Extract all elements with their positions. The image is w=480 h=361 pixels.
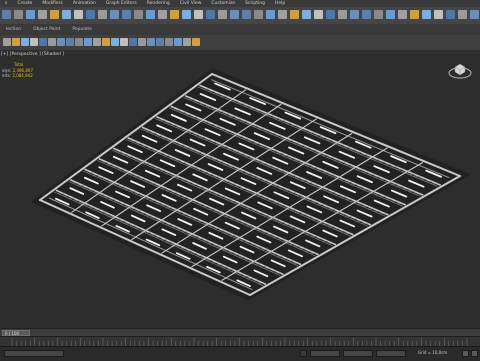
bind-icon[interactable] [290, 10, 299, 19]
scene-tool-icon[interactable] [30, 38, 38, 46]
scene-tool-icon[interactable] [48, 38, 56, 46]
rotate-icon[interactable] [86, 10, 95, 19]
play-icon[interactable] [218, 10, 227, 19]
ceiling-grid-model [0, 50, 480, 328]
link-icon[interactable] [266, 10, 275, 19]
menu-item-2[interactable]: Modifiers [37, 1, 68, 6]
render-frame-icon[interactable] [182, 10, 191, 19]
layer-icon[interactable] [386, 10, 395, 19]
menu-item-5[interactable]: Rendering [142, 1, 175, 6]
menu-item-0[interactable]: s [0, 1, 12, 6]
menu-item-9[interactable]: Help [270, 1, 290, 6]
undo-icon[interactable] [2, 10, 11, 19]
snap-icon[interactable] [350, 10, 359, 19]
render-setup-icon[interactable] [410, 10, 419, 19]
unlink-icon[interactable] [278, 10, 287, 19]
scene-tool-icon[interactable] [102, 38, 110, 46]
rotate-icon[interactable] [326, 10, 335, 19]
scene-tool-icon[interactable] [147, 38, 155, 46]
move-icon[interactable] [314, 10, 323, 19]
scene-tool-icon[interactable] [174, 38, 182, 46]
tab-object-paint[interactable]: Object Paint [27, 27, 66, 32]
scene-tool-icon[interactable] [21, 38, 29, 46]
curve-editor-icon[interactable] [398, 10, 407, 19]
snap-icon[interactable] [110, 10, 119, 19]
menu-item-8[interactable]: Scripting [240, 1, 270, 6]
scale-icon[interactable] [338, 10, 347, 19]
play-icon[interactable] [458, 10, 467, 19]
z-coordinate-field[interactable] [376, 350, 406, 357]
menu-item-4[interactable]: Graph Editors [101, 1, 142, 6]
scene-tool-icon[interactable] [111, 38, 119, 46]
tab-populate[interactable]: Populate [66, 27, 98, 32]
menu-item-7[interactable]: Customize [206, 1, 240, 6]
menu-item-3[interactable]: Animation [68, 1, 101, 6]
scene-tool-icon[interactable] [75, 38, 83, 46]
menu-bar: sCreateModifiersAnimationGraph EditorsRe… [0, 0, 480, 7]
secondary-toolbar [0, 35, 480, 51]
main-toolbar [0, 7, 480, 25]
viewcube-icon[interactable] [206, 10, 215, 19]
bind-icon[interactable] [50, 10, 59, 19]
x-coordinate-field[interactable] [310, 350, 340, 357]
status-bar: Grid = 10,0cm [0, 346, 480, 361]
scene-tool-icon[interactable] [84, 38, 92, 46]
menu-item-1[interactable]: Create [12, 1, 37, 6]
render-setup-icon[interactable] [170, 10, 179, 19]
scene-tool-icon[interactable] [138, 38, 146, 46]
mirror-icon[interactable] [122, 10, 131, 19]
play-icon[interactable] [462, 350, 469, 357]
y-coordinate-field[interactable] [343, 350, 373, 357]
scene-tool-icon[interactable] [129, 38, 137, 46]
select-icon[interactable] [302, 10, 311, 19]
scene-tool-icon[interactable] [183, 38, 191, 46]
render-frame-icon[interactable] [422, 10, 431, 19]
scale-icon[interactable] [98, 10, 107, 19]
lock-icon[interactable] [300, 350, 307, 357]
link-icon[interactable] [26, 10, 35, 19]
redo-icon[interactable] [14, 10, 23, 19]
scene-tool-icon[interactable] [12, 38, 20, 46]
scene-tool-icon[interactable] [57, 38, 65, 46]
scene-tool-icon[interactable] [165, 38, 173, 46]
key-icon[interactable] [471, 350, 478, 357]
scene-tool-icon[interactable] [3, 38, 11, 46]
undo-icon[interactable] [242, 10, 251, 19]
layer-icon[interactable] [146, 10, 155, 19]
render-icon[interactable] [434, 10, 443, 19]
key-icon[interactable] [470, 10, 479, 19]
perspective-viewport[interactable]: [+] [Perspective ] [Shaded ] Total olys:… [0, 50, 480, 328]
scene-tool-icon[interactable] [120, 38, 128, 46]
grid-readout: Grid = 10,0cm [418, 350, 447, 355]
ceiling-slab [31, 68, 472, 300]
move-icon[interactable] [74, 10, 83, 19]
select-icon[interactable] [62, 10, 71, 19]
curve-editor-icon[interactable] [158, 10, 167, 19]
align-icon[interactable] [134, 10, 143, 19]
align-icon[interactable] [374, 10, 383, 19]
key-icon[interactable] [230, 10, 239, 19]
redo-icon[interactable] [254, 10, 263, 19]
tab-selection[interactable]: lection [0, 27, 27, 32]
unlink-icon[interactable] [38, 10, 47, 19]
scene-tool-icon[interactable] [39, 38, 47, 46]
scene-tool-icon[interactable] [192, 38, 200, 46]
mirror-icon[interactable] [362, 10, 371, 19]
maxscript-listener-field[interactable] [4, 350, 64, 357]
menu-item-6[interactable]: Civil View [175, 1, 207, 6]
scene-tool-icon[interactable] [66, 38, 74, 46]
scene-tool-icon[interactable] [156, 38, 164, 46]
render-icon[interactable] [194, 10, 203, 19]
viewcube-icon[interactable] [446, 10, 455, 19]
scene-tool-icon[interactable] [93, 38, 101, 46]
